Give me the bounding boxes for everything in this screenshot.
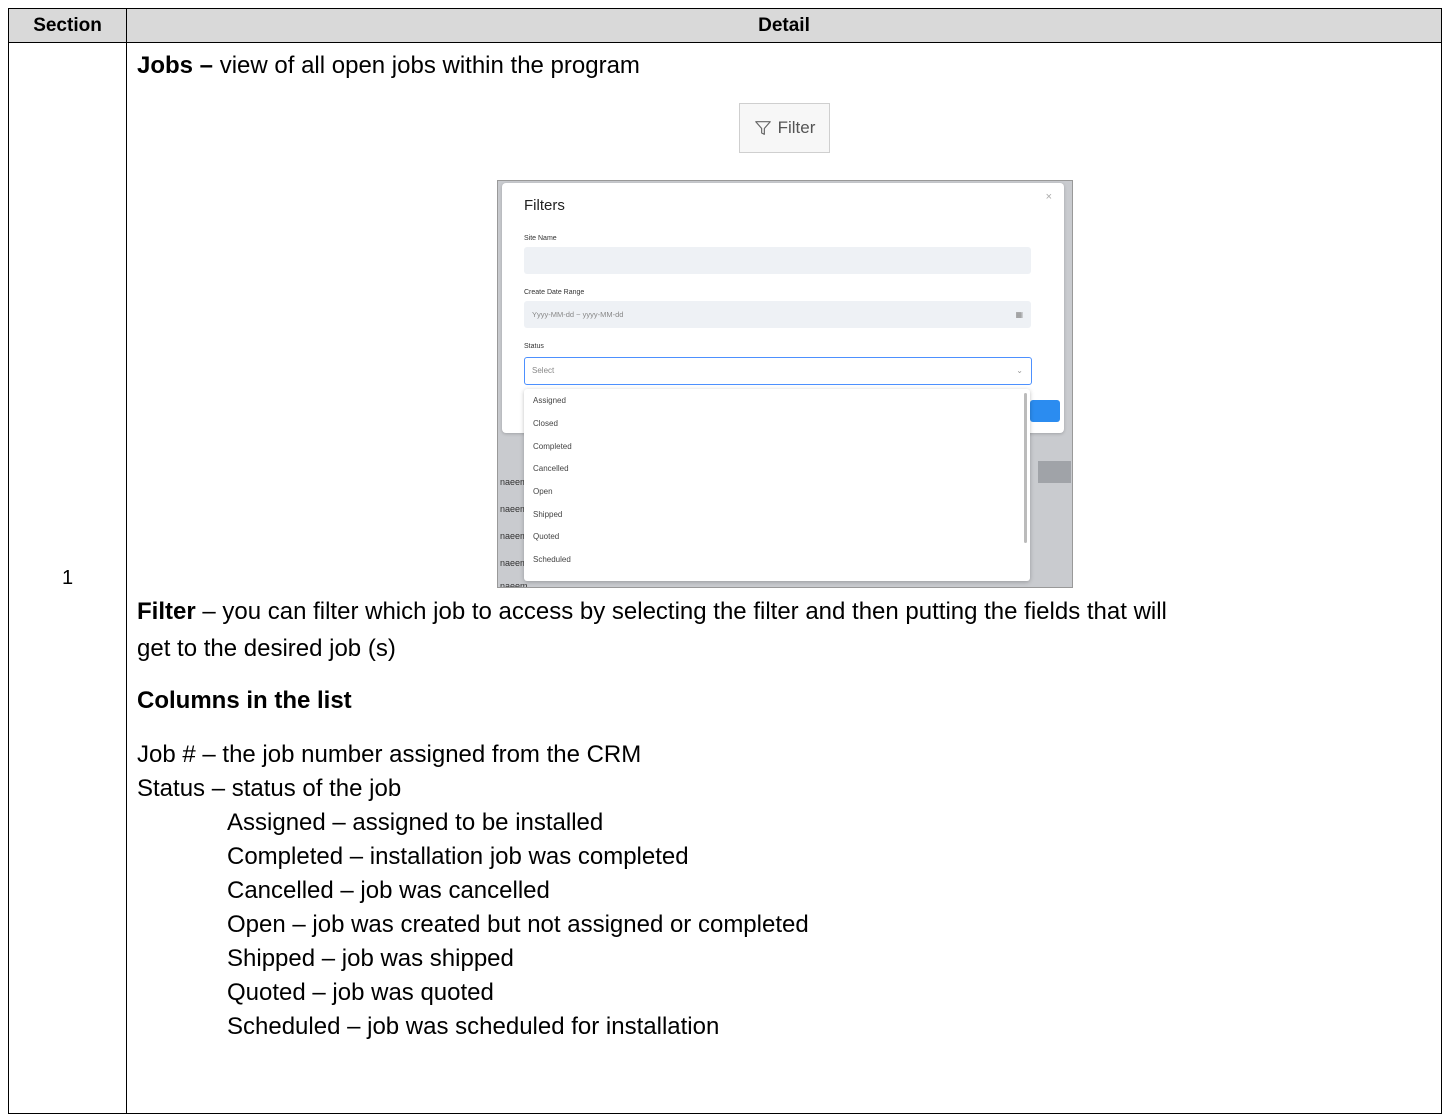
dropdown-scrollbar[interactable]: [1024, 393, 1027, 543]
columns-heading: Columns in the list: [137, 687, 352, 714]
status-completed: Completed – installation job was complet…: [227, 843, 689, 870]
status-quoted: Quoted – job was quoted: [227, 979, 494, 1006]
jobs-description: view of all open jobs within the program: [213, 52, 640, 79]
job-number-line: Job # – the job number assigned from the…: [137, 741, 642, 768]
funnel-icon: [754, 121, 771, 135]
jobs-heading: Jobs – view of all open jobs within the …: [137, 50, 640, 82]
filter-button[interactable]: Filter: [739, 103, 830, 153]
calendar-icon: ▦: [1015, 310, 1023, 319]
header-detail: Detail: [126, 8, 1442, 43]
status-assigned: Assigned – assigned to be installed: [227, 809, 604, 836]
status-label: Status: [524, 343, 544, 350]
status-open: Open – job was created but not assigned …: [227, 911, 809, 938]
date-range-input[interactable]: Yyyy-MM-dd ~ yyyy-MM-dd ▦: [524, 301, 1031, 328]
filter-desc-1: – you can filter which job to access by …: [195, 598, 1167, 625]
status-option-completed[interactable]: Completed: [533, 442, 572, 451]
modal-title: Filters: [524, 197, 565, 214]
status-shipped: Shipped – job was shipped: [227, 945, 514, 972]
detail-cell: Jobs – view of all open jobs within the …: [126, 42, 1442, 1114]
status-option-open[interactable]: Open: [533, 487, 553, 496]
filter-button-label: Filter: [777, 118, 816, 137]
date-range-label: Create Date Range: [524, 289, 585, 296]
close-icon[interactable]: ×: [1046, 191, 1052, 203]
status-option-shipped[interactable]: Shipped: [533, 510, 562, 519]
status-scheduled: Scheduled – job was scheduled for instal…: [227, 1013, 720, 1040]
header-section: Section: [8, 8, 127, 43]
filter-desc-2: get to the desired job (s): [137, 635, 396, 662]
status-select[interactable]: Select ⌄: [524, 357, 1032, 385]
site-name-input[interactable]: [524, 247, 1031, 274]
jobs-title: Jobs –: [137, 52, 214, 79]
filter-description: Filter – you can filter which job to acc…: [137, 596, 1167, 628]
date-range-placeholder: Yyyy-MM-dd ~ yyyy-MM-dd: [532, 310, 624, 319]
status-option-quoted[interactable]: Quoted: [533, 532, 559, 541]
filter-title: Filter: [137, 598, 196, 625]
status-line: Status – status of the job: [137, 775, 402, 802]
status-placeholder: Select: [532, 366, 555, 375]
filter-modal-screenshot: naeem naeem naeem naeem naeem Filters × …: [497, 180, 1073, 588]
site-name-label: Site Name: [524, 235, 557, 242]
chevron-down-icon: ⌄: [1016, 366, 1023, 375]
status-cancelled: Cancelled – job was cancelled: [227, 877, 550, 904]
status-dropdown: Assigned Closed Completed Cancelled Open…: [524, 389, 1030, 581]
section-number: 1: [8, 42, 127, 1114]
detail-table: Section Detail 1 Jobs – view of all open…: [8, 8, 1442, 1114]
background-bar: [1038, 461, 1071, 483]
background-row: naeem: [500, 581, 528, 588]
status-option-closed[interactable]: Closed: [533, 419, 558, 428]
apply-button[interactable]: [1030, 400, 1060, 422]
status-option-scheduled[interactable]: Scheduled: [533, 555, 571, 564]
status-option-assigned[interactable]: Assigned: [533, 396, 566, 405]
status-option-cancelled[interactable]: Cancelled: [533, 464, 569, 473]
